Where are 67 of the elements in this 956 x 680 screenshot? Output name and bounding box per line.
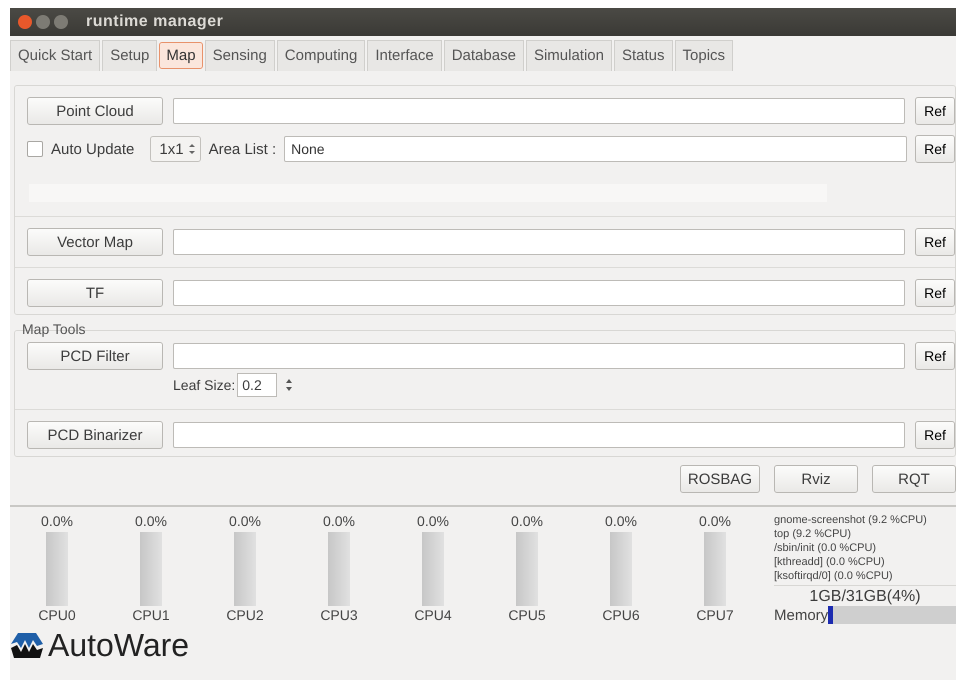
- tab[interactable]: Topics: [674, 40, 734, 71]
- tool-button[interactable]: RQT: [872, 465, 956, 493]
- cpu-label: CPU6: [602, 607, 640, 623]
- cpu-label: CPU2: [226, 607, 264, 623]
- checkbox[interactable]: [27, 141, 43, 157]
- leaf-size-label: Leaf Size:: [173, 377, 236, 393]
- leaf-size-field[interactable]: 0.2: [237, 373, 278, 397]
- tab[interactable]: Sensing: [204, 40, 275, 71]
- tab[interactable]: Database: [444, 40, 524, 71]
- launch-button[interactable]: PCD Filter: [27, 342, 163, 370]
- cpu-reading: 0.0%: [229, 513, 261, 529]
- launch-button[interactable]: Vector Map: [27, 228, 163, 256]
- path-field[interactable]: [173, 229, 905, 255]
- area-list-label: Area List :: [208, 140, 276, 158]
- logo-text: AutoWare: [48, 628, 190, 662]
- ref-button[interactable]: Ref: [915, 279, 955, 307]
- tool-button[interactable]: ROSBAG: [680, 465, 760, 493]
- memory-label: Memory: [774, 606, 828, 624]
- tab[interactable]: Setup: [102, 40, 158, 71]
- close-icon[interactable]: [18, 15, 32, 29]
- ref-button[interactable]: Ref: [915, 135, 955, 163]
- minimize-icon[interactable]: [36, 15, 50, 29]
- cpu-label: CPU3: [320, 607, 358, 623]
- ref-button[interactable]: Ref: [915, 421, 955, 449]
- checkbox-label: Auto Update: [51, 140, 134, 158]
- tool-button[interactable]: Rviz: [774, 465, 858, 493]
- area-list-field[interactable]: None: [284, 136, 907, 162]
- launch-button[interactable]: Point Cloud: [27, 97, 163, 125]
- cpu-label: CPU7: [696, 607, 734, 623]
- cpu-label: CPU5: [508, 607, 546, 623]
- path-field[interactable]: [173, 343, 905, 369]
- path-field[interactable]: [173, 422, 905, 448]
- cpu-reading: 0.0%: [323, 513, 355, 529]
- process-entry: [ksoftirqd/0] (0.0 %CPU): [774, 569, 894, 583]
- tab[interactable]: Computing: [276, 40, 366, 71]
- tab[interactable]: Map: [159, 42, 203, 69]
- launch-button[interactable]: PCD Binarizer: [27, 421, 163, 449]
- cpu-reading: 0.0%: [135, 513, 167, 529]
- cpu-reading: 0.0%: [699, 513, 731, 529]
- group-title: Map Tools: [21, 321, 87, 337]
- cpu-reading: 0.0%: [417, 513, 449, 529]
- launch-button[interactable]: TF: [27, 279, 163, 307]
- spinner-arrows-icon[interactable]: [188, 142, 196, 156]
- maximize-icon[interactable]: [54, 15, 68, 29]
- tab[interactable]: Interface: [367, 40, 442, 71]
- ref-button[interactable]: Ref: [915, 97, 955, 125]
- cpu-reading: 0.0%: [511, 513, 543, 529]
- cpu-label: CPU0: [38, 607, 76, 623]
- logo-icon: [10, 632, 44, 658]
- tab[interactable]: Quick Start: [10, 40, 100, 71]
- tab[interactable]: Status: [614, 40, 673, 71]
- path-field[interactable]: [173, 280, 905, 306]
- cpu-label: CPU4: [414, 607, 452, 623]
- cpu-reading: 0.0%: [41, 513, 73, 529]
- ref-button[interactable]: Ref: [915, 342, 955, 370]
- cpu-reading: 0.0%: [605, 513, 637, 529]
- window-title: runtime manager: [86, 13, 224, 31]
- path-field[interactable]: [173, 98, 905, 124]
- spinner-arrows-icon[interactable]: [285, 378, 294, 392]
- process-entry: [kthreadd] (0.0 %CPU): [774, 555, 886, 569]
- process-entry: gnome-screenshot (9.2 %CPU): [774, 513, 928, 527]
- tab[interactable]: Simulation: [526, 40, 612, 71]
- ref-button[interactable]: Ref: [915, 228, 955, 256]
- cpu-label: CPU1: [132, 607, 170, 623]
- grid-spinner[interactable]: 1x1: [150, 136, 201, 162]
- process-entry: /sbin/init (0.0 %CPU): [774, 541, 878, 555]
- process-entry: top (9.2 %CPU): [774, 527, 852, 541]
